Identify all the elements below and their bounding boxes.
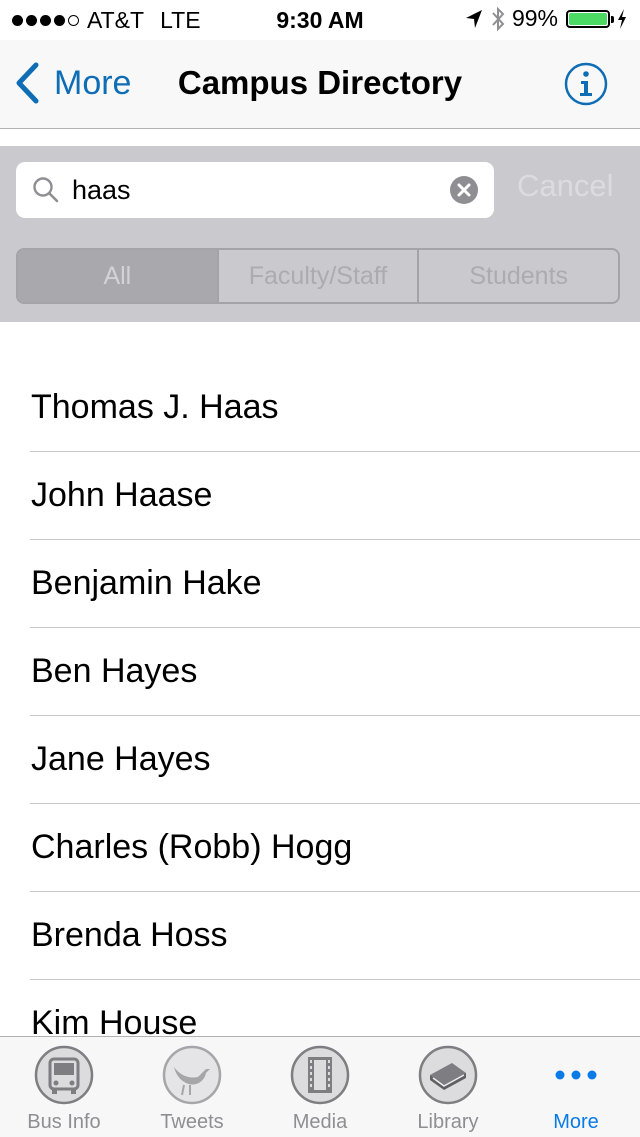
bluetooth-icon — [492, 6, 505, 31]
segment-faculty-staff[interactable]: Faculty/Staff — [219, 250, 420, 302]
scope-segmented-control: All Faculty/Staff Students — [16, 248, 620, 304]
list-item[interactable]: Jane Hayes — [0, 716, 640, 804]
tab-label: Tweets — [160, 1111, 224, 1133]
person-name: Ben Hayes — [31, 652, 198, 690]
status-right: 99% — [464, 5, 628, 32]
battery-tip — [611, 15, 614, 23]
tab-bar: Bus Info Tweets Media Library More — [0, 1036, 640, 1137]
person-name: Kim House — [31, 1004, 198, 1036]
tab-label: Bus Info — [27, 1111, 101, 1133]
tab-library[interactable]: Library — [384, 1037, 512, 1137]
battery-fill — [569, 12, 607, 25]
bird-icon — [162, 1045, 222, 1105]
book-icon — [418, 1045, 478, 1105]
cancel-button[interactable]: Cancel — [517, 168, 614, 204]
person-name: Thomas J. Haas — [31, 388, 279, 426]
list-item[interactable]: Ben Hayes — [0, 628, 640, 716]
person-name: Jane Hayes — [31, 740, 211, 778]
search-input[interactable]: haas — [72, 162, 442, 218]
chevron-left-icon — [16, 62, 39, 104]
list-item[interactable]: Kim House — [0, 980, 640, 1036]
search-field[interactable]: haas — [16, 162, 494, 218]
person-name: Brenda Hoss — [31, 916, 228, 954]
location-arrow-icon — [465, 9, 482, 28]
list-item[interactable]: Benjamin Hake — [0, 540, 640, 628]
tab-label: More — [553, 1111, 599, 1133]
back-button[interactable]: More — [14, 62, 131, 104]
tab-label: Library — [417, 1111, 479, 1133]
search-area: haas Cancel All Faculty/Staff Students — [0, 146, 640, 322]
film-icon — [290, 1045, 350, 1105]
charging-bolt-icon — [618, 8, 626, 29]
tab-media[interactable]: Media — [256, 1037, 384, 1137]
person-name: John Haase — [31, 476, 213, 514]
battery-icon — [566, 9, 614, 28]
list-item[interactable]: Charles (Robb) Hogg — [0, 804, 640, 892]
info-icon[interactable] — [564, 62, 608, 106]
list-item[interactable]: Brenda Hoss — [0, 892, 640, 980]
tab-more[interactable]: More — [512, 1037, 640, 1137]
search-icon — [33, 177, 59, 203]
battery-percent: 99% — [511, 5, 558, 31]
list-item[interactable]: Thomas J. Haas — [0, 364, 640, 452]
back-button-label: More — [54, 63, 132, 102]
tab-label: Media — [292, 1111, 348, 1133]
segment-students[interactable]: Students — [419, 250, 618, 302]
navigation-bar: More Campus Directory — [0, 40, 640, 129]
person-name: Benjamin Hake — [31, 564, 262, 602]
segment-all[interactable]: All — [18, 250, 219, 302]
bus-icon — [34, 1045, 94, 1105]
search-results-list: Thomas J. Haas John Haase Benjamin Hake … — [0, 364, 640, 1036]
list-item[interactable]: John Haase — [0, 452, 640, 540]
status-bar: AT&T LTE 9:30 AM 99% — [0, 0, 640, 40]
clear-search-icon[interactable] — [450, 176, 478, 204]
tab-tweets[interactable]: Tweets — [128, 1037, 256, 1137]
more-dots-icon — [555, 1070, 597, 1080]
tab-bus-info[interactable]: Bus Info — [0, 1037, 128, 1137]
person-name: Charles (Robb) Hogg — [31, 828, 353, 866]
